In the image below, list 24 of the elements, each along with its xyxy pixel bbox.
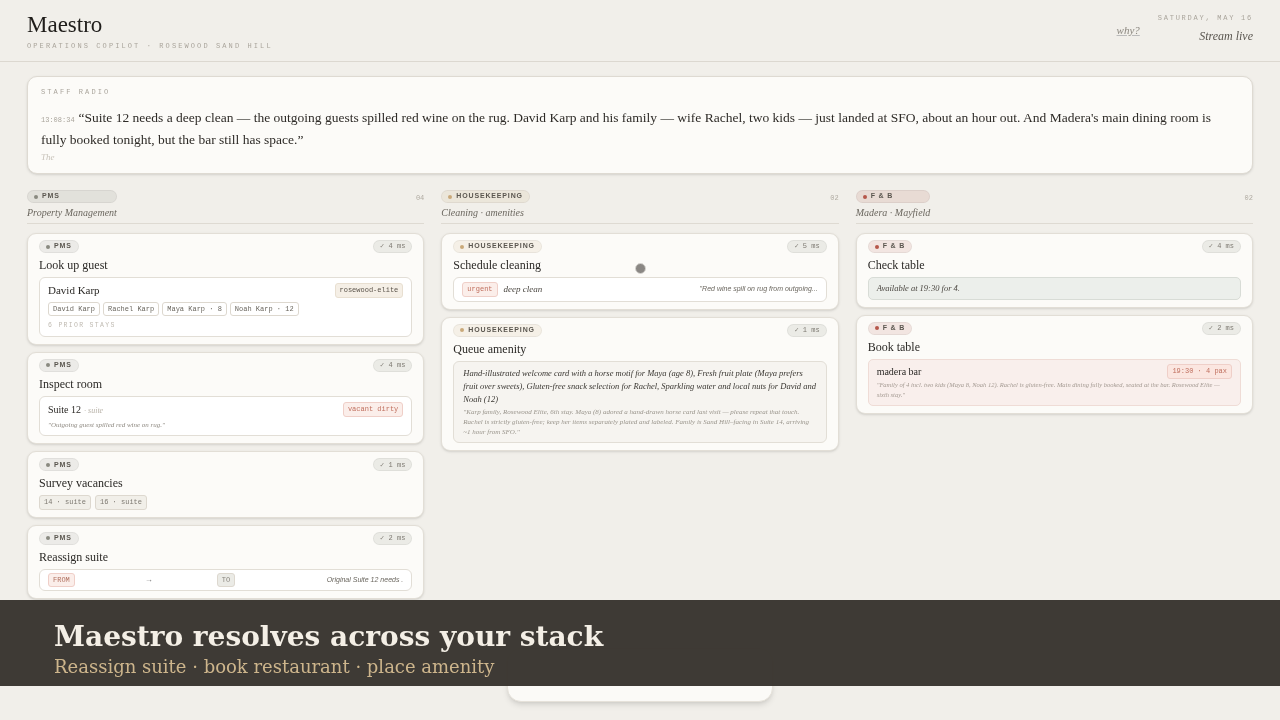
venue-name: madera bar <box>876 364 922 379</box>
app-title: Maestro <box>27 12 104 38</box>
task-title: Inspect room <box>39 375 103 392</box>
why-link[interactable]: why? <box>1116 22 1140 39</box>
cleaning-task: deep clean <box>503 282 543 296</box>
task-title: Reassign suite <box>39 548 109 565</box>
column-subtitle: Cleaning · amenities <box>441 206 525 220</box>
availability-result: Available at 19:30 for 4. <box>876 282 961 295</box>
caption-subtitle: Reassign suite · book restaurant · place amenity <box>54 655 496 679</box>
task-title: Look up guest <box>39 257 109 273</box>
task-title: Check table <box>867 257 926 273</box>
arrow-text: → <box>144 574 153 586</box>
caption-title: Maestro resolves across your stack <box>54 620 605 654</box>
task-title: Survey vacancies <box>39 475 124 492</box>
guest-name: David Karp <box>48 283 100 298</box>
room-type: · suite <box>84 404 104 417</box>
amenity-items: Hand-illustrated welcome card with a horse motif for Maya (age 8), Fresh fruit plate (Maya prefers fruit over sweets), Gluten-free snack selection for Rachel, Sparkling water and local nuts for David and Noah (12) <box>463 366 817 406</box>
task-title: Schedule cleaning <box>453 257 542 273</box>
room-name: Suite 12 <box>48 402 82 417</box>
stream-status: Stream live <box>1199 27 1253 45</box>
column-subtitle: Property Management <box>27 206 117 220</box>
task-title: Queue amenity <box>453 340 528 357</box>
column-subtitle: Madera · Mayfield <box>855 206 931 220</box>
task-title: Book table <box>867 338 921 355</box>
